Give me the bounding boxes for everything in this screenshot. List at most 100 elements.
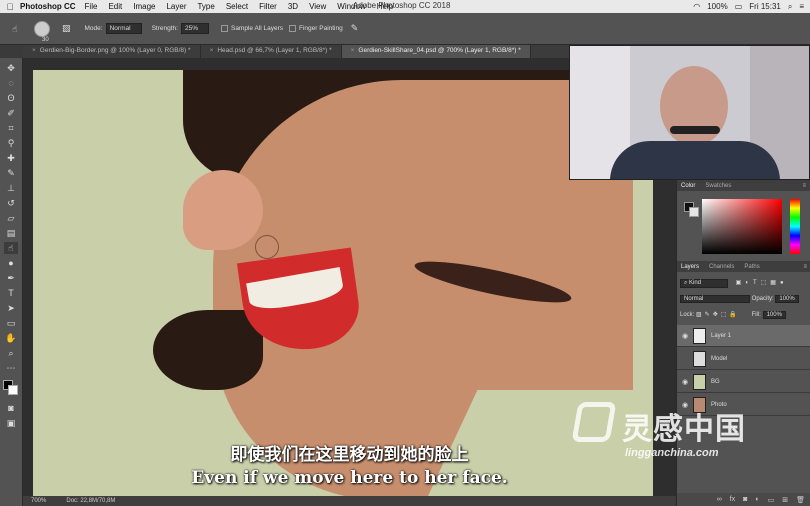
opacity-input[interactable]: 100% [775, 295, 799, 303]
close-icon[interactable]: × [32, 47, 36, 54]
smudge-tool-icon[interactable]: ☝ [4, 242, 18, 254]
menu-filter[interactable]: Filter [259, 2, 277, 11]
brush-preview[interactable] [34, 20, 50, 37]
fill-input[interactable]: 100% [762, 311, 786, 319]
options-bar: ☝ 30 ▨ Mode: Normal Strength: 25% Sample… [0, 13, 810, 45]
brush-cursor [255, 235, 279, 259]
tab-skillshare[interactable]: × Gerdien-SkillShare_04.psd @ 700% (Layer… [341, 45, 531, 58]
wifi-icon[interactable]: ◠ [693, 2, 700, 11]
link-icon[interactable]: ∞ [717, 496, 722, 503]
status-icons: ◠ 100% ▭ Fri 15:31 ⌕ ≡ [693, 0, 804, 13]
battery-percent: 100% [707, 2, 728, 11]
smudge-tool-preset-icon[interactable]: ☝ [8, 23, 22, 35]
new-layer-icon[interactable]: ⊞ [782, 496, 788, 504]
path-select-tool-icon[interactable]: ➤ [4, 302, 18, 314]
kind-filter[interactable]: ⌕ Kind [680, 279, 728, 288]
move-tool-icon[interactable]: ✥ [4, 62, 18, 74]
pressure-icon[interactable]: ✎ [351, 23, 359, 34]
rectangle-tool-icon[interactable]: ▭ [4, 317, 18, 329]
hue-slider[interactable] [790, 199, 800, 254]
tab-paths[interactable]: Paths [744, 264, 759, 270]
background-color-swatch[interactable] [8, 385, 18, 395]
hair-left [153, 310, 263, 390]
tab-swatches[interactable]: Swatches [705, 183, 731, 189]
layer-name[interactable]: Layer 1 [711, 333, 731, 339]
lasso-tool-icon[interactable]: ʘ [4, 92, 18, 104]
folder-icon[interactable]: ▭ [768, 496, 775, 504]
hand-tool-icon[interactable]: ✋ [4, 332, 18, 344]
battery-icon[interactable]: ▭ [735, 2, 743, 11]
menu-type[interactable]: Type [197, 2, 214, 11]
layer-row[interactable]: Model [677, 348, 810, 370]
zoom-tool-icon[interactable]: ⌕ [4, 347, 18, 359]
type-tool-icon[interactable]: T [4, 287, 18, 299]
menu-edit[interactable]: Edit [108, 2, 122, 11]
lock-icons[interactable]: ▨✎✥⬚🔒 [696, 312, 740, 318]
panel-menu-icon[interactable]: ≡ [803, 264, 807, 270]
blend-mode-select[interactable]: Normal [680, 295, 750, 303]
adjustment-icon[interactable]: ◐ [755, 496, 759, 503]
layer-name[interactable]: Model [711, 356, 727, 362]
marquee-tool-icon[interactable]: ◌ [4, 77, 18, 89]
filter-icons[interactable]: ▣◐T⬚▦● [736, 280, 788, 286]
healing-tool-icon[interactable]: ✚ [4, 152, 18, 164]
menu-select[interactable]: Select [226, 2, 248, 11]
clock[interactable]: Fri 15:31 [749, 2, 781, 11]
tab-layers[interactable]: Layers [681, 264, 699, 270]
fx-icon[interactable]: fx [730, 496, 735, 503]
strength-input[interactable]: 25% [180, 23, 209, 34]
screen-mode-icon[interactable]: ▣ [4, 417, 18, 429]
blend-row: Normal Opacity: 100% [680, 295, 799, 303]
apple-icon[interactable]:  [0, 2, 20, 12]
pen-tool-icon[interactable]: ✒ [4, 272, 18, 284]
tab-big-border[interactable]: × Gerdien-Big-Border.png @ 100% (Layer 0,… [23, 45, 201, 58]
mask-icon[interactable]: ◙ [743, 496, 747, 503]
menu-file[interactable]: File [85, 2, 98, 11]
close-icon[interactable]: × [351, 47, 355, 54]
search-icon[interactable]: ⌕ [788, 2, 792, 12]
eyedropper-tool-icon[interactable]: ⚲ [4, 137, 18, 149]
menu-image[interactable]: Image [133, 2, 155, 11]
dodge-tool-icon[interactable]: ● [4, 257, 18, 269]
panel-menu-icon[interactable]: ≡ [802, 183, 806, 189]
watermark: 灵感中国 lingganchina.com [571, 402, 790, 464]
finger-painting-checkbox[interactable] [289, 25, 297, 32]
layer-name[interactable]: BG [711, 379, 720, 385]
brand-logo-icon [571, 402, 617, 442]
menu-list-icon[interactable]: ≡ [799, 2, 804, 11]
menu-layer[interactable]: Layer [166, 2, 186, 11]
mode-label: Mode: [84, 25, 103, 32]
layer-row[interactable]: ◉ BG [677, 371, 810, 393]
quick-mask-icon[interactable]: ◙ [4, 402, 18, 414]
brand-name: 灵感中国 [622, 412, 746, 447]
layer-thumbnail [693, 373, 706, 390]
history-brush-tool-icon[interactable]: ↺ [4, 197, 18, 209]
menu-view[interactable]: View [309, 2, 326, 11]
menu-3d[interactable]: 3D [288, 2, 298, 11]
brush-settings-icon[interactable]: ▨ [62, 23, 71, 34]
tab-channels[interactable]: Channels [709, 264, 734, 270]
eye-icon[interactable]: ◉ [677, 378, 693, 386]
eraser-tool-icon[interactable]: ▱ [4, 212, 18, 224]
gradient-tool-icon[interactable]: ▤ [4, 227, 18, 239]
photoshop-window:  Photoshop CC File Edit Image Layer Typ… [0, 0, 810, 506]
brush-tool-icon[interactable]: ✎ [4, 167, 18, 179]
crop-tool-icon[interactable]: ⌗ [4, 122, 18, 134]
close-icon[interactable]: × [210, 47, 214, 54]
mode-select[interactable]: Normal [105, 23, 142, 34]
layer-row[interactable]: ◉ Layer 1 [677, 325, 810, 347]
color-background[interactable] [689, 207, 699, 217]
trash-icon[interactable]: 🗑 [796, 496, 805, 504]
sample-all-layers-checkbox[interactable] [220, 25, 228, 32]
menu-bar:  Photoshop CC File Edit Image Layer Typ… [0, 0, 810, 13]
eye-icon[interactable]: ◉ [677, 332, 693, 340]
stamp-tool-icon[interactable]: ⊥ [4, 182, 18, 194]
app-menu[interactable]: Photoshop CC [20, 2, 76, 11]
quick-select-tool-icon[interactable]: ✐ [4, 107, 18, 119]
strength-label: Strength: [151, 25, 178, 32]
tab-head[interactable]: × Head.psd @ 66,7% (Layer 1, RGB/8*) * [201, 45, 342, 58]
tab-color[interactable]: Color [681, 183, 695, 189]
color-field[interactable] [702, 199, 782, 254]
zoom-level[interactable]: 700% [31, 498, 46, 504]
more-tools-icon[interactable]: ⋯ [4, 362, 18, 374]
